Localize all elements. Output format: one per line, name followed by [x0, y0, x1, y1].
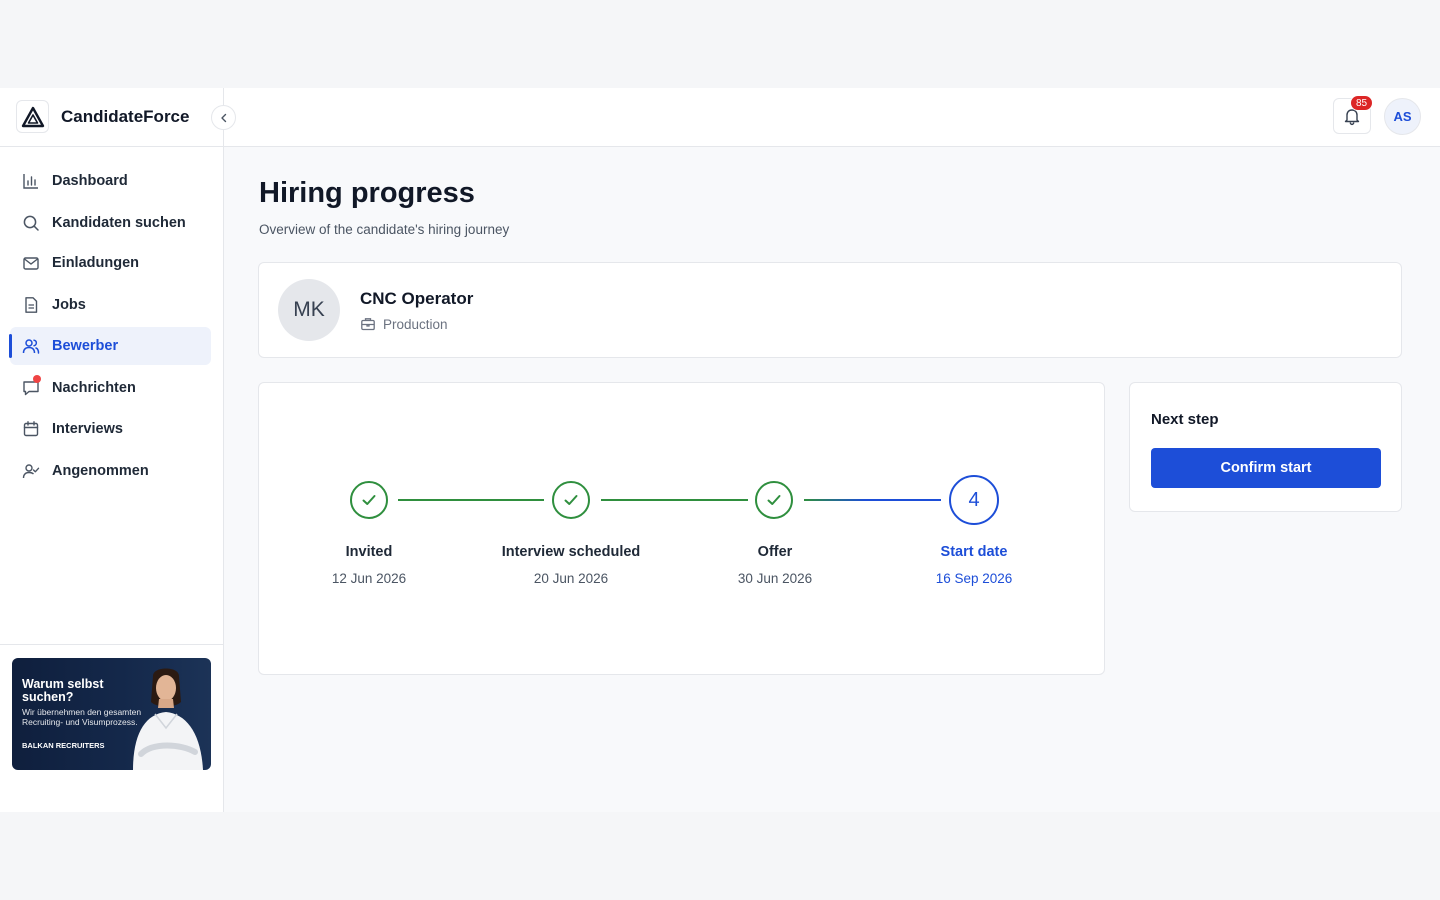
- sidebar-item-einladungen[interactable]: Einladungen: [10, 244, 211, 282]
- check-icon: [362, 495, 376, 505]
- candidate-department: Production: [360, 316, 448, 332]
- department-label: Production: [383, 316, 448, 332]
- top-header: 85 AS: [224, 88, 1440, 147]
- step-current-marker: 4: [949, 475, 999, 525]
- promo-text: Wir übernehmen den gesamten Recruiting- …: [22, 707, 142, 727]
- step-date: 16 Sep 2026: [935, 571, 1013, 586]
- users-icon: [22, 339, 40, 354]
- promo-banner[interactable]: Warum selbst suchen? Wir übernehmen den …: [12, 658, 211, 770]
- progress-connector: [398, 499, 544, 501]
- step-complete-marker: [552, 481, 590, 519]
- step-label: Invited: [345, 544, 393, 560]
- hiring-progress-card: Invited 12 Jun 2026 Interview scheduled …: [258, 382, 1105, 675]
- step-complete-marker: [350, 481, 388, 519]
- search-icon: [23, 215, 39, 231]
- sidebar-item-label: Dashboard: [52, 173, 128, 189]
- sidebar-item-label: Angenommen: [52, 463, 149, 479]
- sidebar-item-label: Nachrichten: [52, 380, 136, 396]
- brand-name: CandidateForce: [61, 107, 190, 126]
- sidebar-item-label: Interviews: [52, 421, 123, 437]
- recruiter-person-image: [133, 668, 203, 770]
- sidebar-item-label: Bewerber: [52, 338, 119, 354]
- notification-dot: [33, 375, 41, 383]
- sidebar-item-jobs[interactable]: Jobs: [10, 286, 211, 324]
- chevron-left-icon: [220, 113, 226, 122]
- bar-chart-icon: [23, 174, 38, 189]
- candidate-card: MK CNC Operator Production: [258, 262, 1402, 358]
- briefcase-icon: [361, 318, 375, 331]
- sidebar-item-bewerber[interactable]: Bewerber: [9, 327, 211, 365]
- step-label: Offer: [757, 544, 793, 560]
- candidate-job-title: CNC Operator: [360, 289, 474, 308]
- candidate-avatar: MK: [278, 279, 340, 341]
- sidebar-item-dashboard[interactable]: Dashboard: [10, 162, 211, 200]
- sidebar-item-label: Einladungen: [52, 255, 139, 271]
- step-date: 30 Jun 2026: [737, 571, 813, 586]
- sidebar-item-kandidaten-suchen[interactable]: Kandidaten suchen: [10, 204, 211, 242]
- confirm-start-button[interactable]: Confirm start: [1151, 448, 1381, 488]
- page-title: Hiring progress: [259, 177, 475, 209]
- collapse-sidebar-button[interactable]: [211, 105, 236, 130]
- step-label: Start date: [940, 544, 1008, 560]
- sidebar-item-angenommen[interactable]: Angenommen: [10, 452, 211, 490]
- sidebar-item-nachrichten[interactable]: Nachrichten: [10, 369, 211, 407]
- step-label: Interview scheduled: [501, 544, 641, 560]
- check-icon: [564, 495, 578, 505]
- logo-icon[interactable]: [16, 100, 49, 133]
- mail-icon: [23, 257, 39, 270]
- step-date: 20 Jun 2026: [533, 571, 609, 586]
- promo-title: Warum selbst suchen?: [22, 677, 104, 704]
- sidebar-footer: Warum selbst suchen? Wir übernehmen den …: [0, 644, 223, 812]
- next-step-card: Next step Confirm start: [1129, 382, 1402, 512]
- step-date: 12 Jun 2026: [331, 571, 407, 586]
- progress-connector: [601, 499, 748, 501]
- sidebar-item-interviews[interactable]: Interviews: [10, 410, 211, 448]
- brand-bar: CandidateForce: [0, 88, 223, 147]
- sidebar-item-label: Jobs: [52, 297, 86, 313]
- user-avatar-button[interactable]: AS: [1384, 98, 1421, 135]
- notification-count-badge: 85: [1350, 95, 1373, 111]
- page-subtitle: Overview of the candidate's hiring journ…: [259, 222, 510, 237]
- promo-brand: BALKAN RECRUITERS: [22, 741, 105, 750]
- step-complete-marker: [755, 481, 793, 519]
- sidebar-item-label: Kandidaten suchen: [52, 215, 186, 231]
- sidebar: CandidateForce Dashboard Kandidaten such…: [0, 88, 236, 812]
- check-icon: [767, 495, 781, 505]
- calendar-icon: [23, 421, 39, 437]
- progress-connector: [804, 499, 941, 501]
- next-step-title: Next step: [1151, 411, 1219, 428]
- user-check-icon: [22, 464, 40, 479]
- app-window: CandidateForce Dashboard Kandidaten such…: [0, 88, 1440, 812]
- document-icon: [25, 297, 38, 313]
